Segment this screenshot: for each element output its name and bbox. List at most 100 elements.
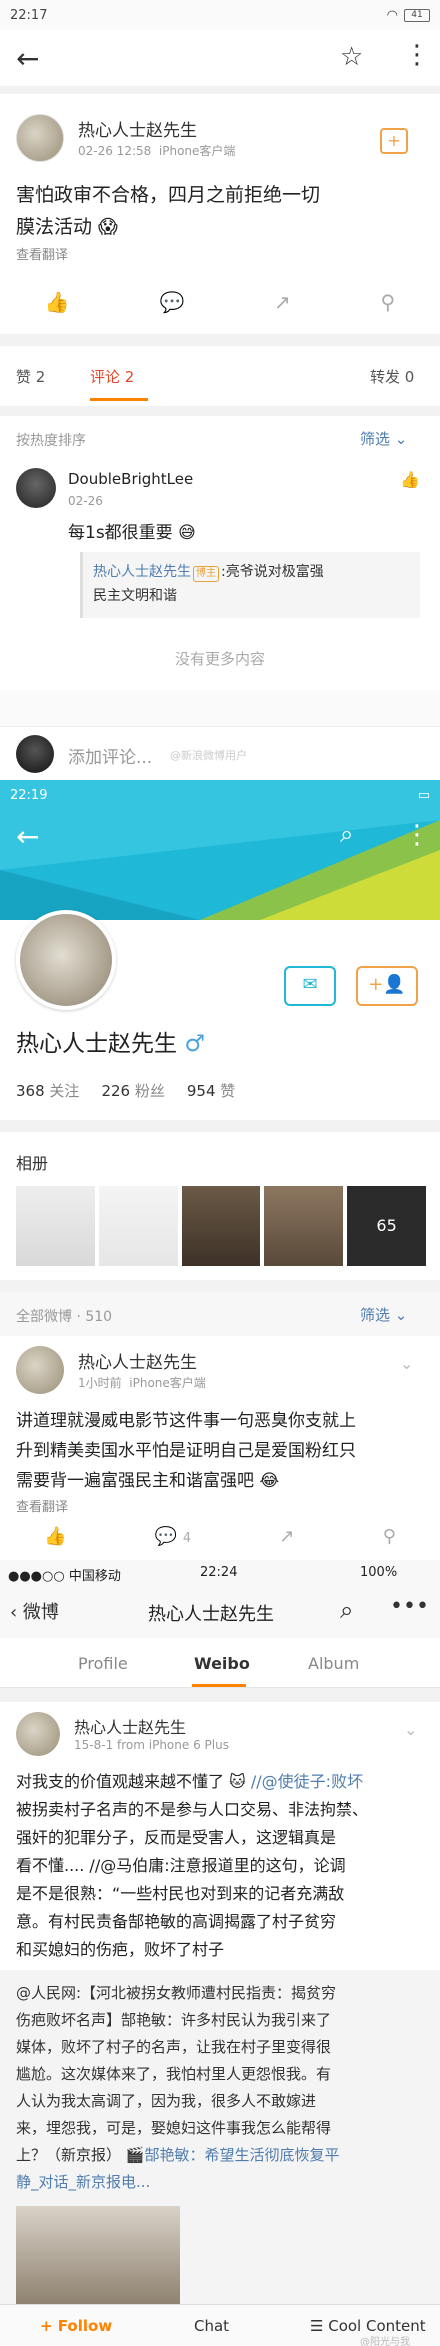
add-follow-icon[interactable]: + (380, 128, 408, 154)
album-label[interactable]: 相册 (16, 1150, 48, 1174)
post-username[interactable]: 热心人士赵先生 (78, 116, 197, 141)
album-strip: 65 (16, 1186, 426, 1266)
filter-button[interactable]: 筛选 ⌄ (360, 428, 407, 449)
battery-percent: 100% (360, 1565, 398, 1580)
comment-text: 每1s都很重要 😅 (68, 523, 196, 543)
repost-box[interactable]: @人民网:【河北被拐女教师遭村民指责：揭贫穷 伤疤败坏名声】郜艳敏：许多村民认为… (0, 1970, 440, 2346)
message-button[interactable]: ✉ (284, 966, 336, 1006)
status-time-2: 22:19 (10, 787, 48, 803)
emoji-icon: 😅 (172, 523, 196, 543)
tab-weibo[interactable]: Weibo (194, 1654, 250, 1673)
avatar[interactable] (16, 114, 64, 162)
chevron-down-icon-3[interactable]: ⌄ (404, 1720, 417, 1739)
post-card: 热心人士赵先生 02-26 12:58 iPhone客户端 + 害怕政审不合格，… (0, 94, 440, 334)
tab-profile[interactable]: Profile (78, 1654, 128, 1673)
more-vertical-icon-2[interactable]: ⋮ (404, 820, 430, 850)
status-icons: ◠ 41 (387, 8, 430, 23)
likes-total: 954 赞 (186, 1082, 236, 1100)
reply-box[interactable]: 热心人士赵先生 博主:亮爷说对极富强 民主文明和谐 (80, 552, 420, 618)
repost-icon-2[interactable]: ↗ (279, 1526, 294, 1556)
video-icon: 🎬 (125, 2146, 145, 2164)
chevron-down-icon: ⌄ (390, 430, 408, 448)
profile-avatar[interactable] (16, 910, 116, 1010)
reply-user[interactable]: 热心人士赵先生 (93, 564, 191, 580)
repost-image[interactable] (16, 2206, 180, 2310)
blank-area (0, 690, 440, 730)
filter-button-2[interactable]: 筛选 ⌄ (360, 1304, 407, 1325)
like-icon[interactable]: 👍 (45, 290, 70, 314)
comment-input-bar: 添加评论... @新浪微博用户 (0, 726, 440, 780)
comment-avatar[interactable] (16, 468, 56, 508)
back-arrow-icon[interactable]: ← (16, 42, 39, 75)
sort-label[interactable]: 按热度排序 (16, 430, 86, 450)
tab-album[interactable]: Album (308, 1654, 359, 1673)
album-thumb[interactable] (16, 1186, 95, 1266)
post-avatar-3[interactable] (16, 1712, 60, 1756)
profile-name: 热心人士赵先生 ♂ (16, 1031, 205, 1057)
more-horizontal-icon[interactable]: ••• (390, 1594, 429, 1619)
search-icon-3[interactable]: ⌕ (340, 1596, 353, 1624)
search-icon[interactable]: ⌕ (340, 820, 353, 848)
post-3-body: 对我支的价值观越来越不懂了 🐱 //@使徒子:败坏 被拐卖村子名声的不是参与人口… (16, 1772, 369, 1959)
back-arrow-icon-2[interactable]: ← (16, 820, 39, 853)
add-user-icon: +👤 (368, 974, 406, 995)
no-more-content: 没有更多内容 (174, 650, 265, 668)
watermark-text-3: @阳光与我 (360, 2337, 410, 2346)
post-meta-3: 15-8-1 from iPhone 6 Plus (74, 1738, 229, 1752)
status-bar: 22:17 ◠ 41 (0, 0, 440, 30)
translate-link-2[interactable]: 查看翻译 (16, 1496, 68, 1515)
status-time-3: 22:24 (200, 1565, 238, 1580)
follow-button[interactable]: +👤 (356, 966, 418, 1006)
album-thumb[interactable] (264, 1186, 344, 1266)
top-toolbar: ← ☆ ⋮ (0, 30, 440, 86)
post-2-line-3: 需要背一遍富强民主和谐富强吧 😂 (16, 1471, 280, 1491)
album-thumb[interactable] (181, 1186, 261, 1266)
sort-row: 按热度排序 筛选 ⌄ (0, 416, 440, 462)
bottom-action-bar: + Follow Chat ☰ Cool Content @阳光与我 (0, 2304, 440, 2346)
post-username-3[interactable]: 热心人士赵先生 (74, 1714, 186, 1738)
profile-stats: 368 关注 226 粉丝 954 赞 (16, 1080, 235, 1101)
post-2-line-1: 讲道理就漫威电影节这件事一句恶臭你支就上 (16, 1411, 356, 1431)
translate-link[interactable]: 查看翻译 (16, 244, 68, 263)
album-thumb[interactable] (98, 1186, 178, 1266)
post-text-line-2: 膜法活动 😱 (16, 216, 118, 238)
comment-like-icon[interactable]: 👍 (400, 470, 420, 489)
post-avatar-2[interactable] (16, 1346, 64, 1394)
action-bar: 👍 💬 ↗ ⚲ (0, 280, 440, 324)
comments-count[interactable]: 评论 2 (90, 366, 134, 387)
follow-button-3[interactable]: + Follow (40, 2317, 112, 2335)
post-text-line-1: 害怕政审不合格，四月之前拒绝一切 (16, 184, 321, 206)
more-vertical-icon[interactable]: ⋮ (404, 40, 430, 70)
comment-icon-2[interactable]: 💬 4 (155, 1526, 191, 1556)
album-thumb-more[interactable]: 65 (347, 1186, 426, 1266)
reposts-count[interactable]: 转发 0 (370, 366, 414, 387)
like-icon-2[interactable]: 👍 (44, 1526, 66, 1556)
chat-button[interactable]: Chat (194, 2317, 229, 2335)
repost-icon[interactable]: ↗ (274, 290, 291, 314)
post-time: 02-26 12:58 (78, 144, 152, 158)
ios-status-bar: ●●●○○ 中国移动 22:24 100% (0, 1560, 440, 1586)
comment-username[interactable]: DoubleBrightLee (68, 470, 193, 488)
mail-icon: ✉ (302, 974, 318, 995)
video-link[interactable]: 🎬郜艳敏：希望生活彻底恢复平 (126, 2146, 340, 2164)
mention-link[interactable]: //@使徒子:败坏 (251, 1772, 363, 1791)
status-time: 22:17 (10, 7, 48, 23)
following-count[interactable]: 368 关注 (16, 1080, 79, 1101)
share-icon[interactable]: ⚲ (380, 290, 395, 314)
chevron-down-icon-2[interactable]: ⌄ (400, 1354, 413, 1373)
post-meta: 02-26 12:58 iPhone客户端 (78, 142, 235, 159)
comment-icon[interactable]: 💬 (159, 290, 184, 314)
comment-input[interactable]: 添加评论... (68, 743, 152, 768)
status-bar-2: 22:19 ▭ (0, 780, 440, 810)
input-avatar (16, 735, 54, 773)
back-button[interactable]: ‹ 微博 (10, 1598, 59, 1624)
followers-count[interactable]: 226 粉丝 (101, 1080, 164, 1101)
post-username-2[interactable]: 热心人士赵先生 (78, 1348, 197, 1373)
post-meta-2: 1小时前 iPhone客户端 (78, 1376, 206, 1390)
reply-badge: 博主 (193, 566, 219, 582)
wifi-icon: ◠ (386, 7, 398, 23)
comment-item: DoubleBrightLee 02-26 👍 每1s都很重要 😅 热心人士赵先… (0, 462, 440, 632)
likes-count[interactable]: 赞 2 (16, 366, 45, 387)
share-icon-2[interactable]: ⚲ (383, 1526, 396, 1556)
favorite-star-icon[interactable]: ☆ (340, 42, 363, 72)
